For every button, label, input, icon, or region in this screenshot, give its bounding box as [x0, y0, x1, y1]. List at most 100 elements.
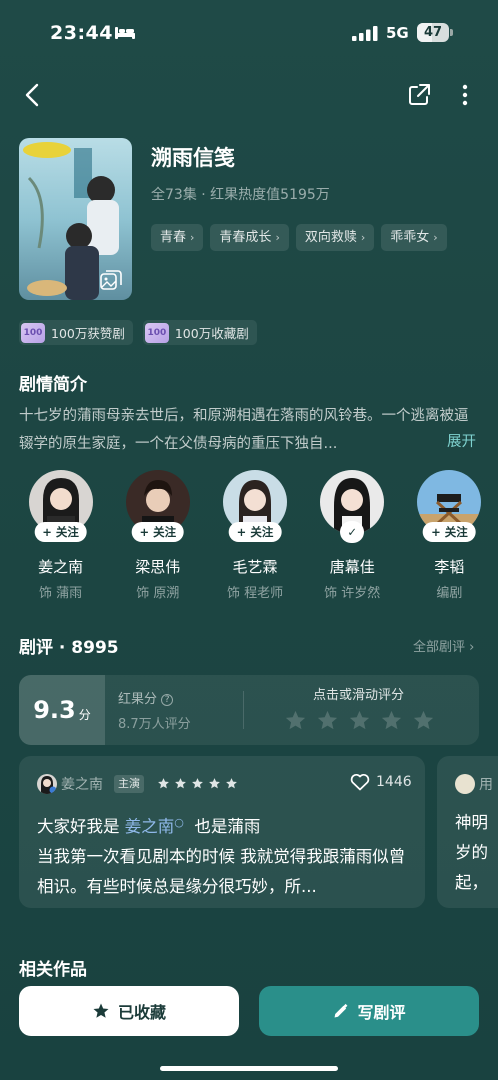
rating-panel: 9.3 分 红果分 ? 8.7万人评分 点击或滑动评分: [19, 675, 479, 745]
cast-member[interactable]: + 关注 李韬 编剧: [401, 470, 498, 601]
heart-icon: [350, 773, 370, 791]
review-text: 神明 岁的 起，: [455, 808, 498, 898]
back-icon[interactable]: [18, 80, 48, 110]
cast-name: 姜之南: [38, 558, 84, 576]
review-card[interactable]: 姜之南 主演 1446 大家好我是 姜之南○ 也是蒲雨 当我第一次看见剧本的时候…: [19, 756, 425, 908]
star-icon[interactable]: [412, 709, 435, 732]
lead-role-badge: 主演: [114, 775, 144, 793]
cast-name: 梁思伟: [135, 558, 181, 576]
review-text-suffix: 也是蒲雨: [183, 817, 261, 836]
followed-check[interactable]: ✓: [340, 521, 365, 543]
synopsis-text: 十七岁的蒲雨母亲去世后，和原溯相遇在落雨的风铃巷。一个逃离被逼辍学的原生家庭，一…: [19, 408, 469, 452]
cast-name: 李韬: [434, 558, 465, 576]
review-card[interactable]: 用 神明 岁的 起，: [437, 756, 498, 908]
signal-icon: [352, 26, 378, 41]
tag-label: 青春: [160, 230, 187, 245]
battery-percent: 47: [423, 25, 443, 40]
hundred-icon: 100: [144, 322, 169, 343]
cast-role: 饰 许岁然: [324, 586, 381, 601]
review-author: 用: [479, 777, 493, 793]
tag-label: 青春成长: [219, 230, 272, 245]
cast-role: 编剧: [436, 586, 463, 601]
badge-label: 100万获赞剧: [51, 326, 125, 341]
chevron-right-icon: ›: [469, 640, 475, 655]
more-icon[interactable]: [452, 80, 478, 110]
review-text-prefix: 大家好我是: [37, 817, 125, 836]
cast-member[interactable]: + 关注 毛艺霖 饰 程老师: [206, 470, 303, 601]
cast-name: 毛艺霖: [232, 558, 278, 576]
score-count: 8.7万人评分: [118, 717, 191, 732]
home-indicator[interactable]: [160, 1066, 338, 1071]
star-icon: [226, 778, 237, 789]
chevron-right-icon: ›: [433, 231, 438, 244]
star-icon: [158, 778, 169, 789]
gallery-icon: [100, 270, 122, 290]
share-icon[interactable]: [404, 80, 434, 110]
collected-label: 已收藏: [117, 1003, 166, 1022]
expand-link[interactable]: 展开: [447, 430, 476, 451]
star-icon[interactable]: [380, 709, 403, 732]
star-icon: [93, 1003, 109, 1018]
review-text-body: 当我第一次看见剧本的时候 我就觉得我跟蒲雨似曾相识。有些时候总是缘分很巧妙，所.…: [37, 847, 406, 896]
follow-button[interactable]: + 关注: [423, 522, 476, 542]
all-reviews-link[interactable]: 全部剧评 ›: [413, 636, 474, 655]
tag-chip[interactable]: 乖乖女 ›: [381, 224, 447, 251]
cast-member[interactable]: + 关注 姜之南 饰 蒲雨: [12, 470, 109, 601]
tag-label: 双向救赎: [304, 230, 357, 245]
hundred-icon: 100: [21, 322, 45, 343]
star-icon[interactable]: [348, 709, 371, 732]
cast-role: 饰 蒲雨: [39, 586, 83, 601]
score-unit: 分: [78, 707, 91, 722]
drama-title: 溯雨信笺: [151, 146, 235, 170]
follow-button[interactable]: + 关注: [34, 522, 87, 542]
cast-list: + 关注 姜之南 饰 蒲雨 + 关注 梁思伟 饰 原溯 + 关注 毛艺霖 饰 程…: [12, 470, 498, 601]
tag-chip[interactable]: 双向救赎 ›: [295, 224, 375, 251]
cast-member[interactable]: + 关注 梁思伟 饰 原溯: [109, 470, 206, 601]
write-review-label: 写剧评: [357, 1003, 406, 1022]
tag-label: 乖乖女: [390, 230, 430, 245]
collected-button[interactable]: 已收藏: [19, 986, 239, 1036]
all-reviews-label: 全部剧评: [413, 640, 466, 655]
review-line: 岁的: [455, 843, 488, 862]
achievement-badges: 100 100万获赞剧 100 100万收藏剧: [19, 320, 257, 345]
tag-list: 青春 › 青春成长 › 双向救赎 › 乖乖女 ›: [151, 224, 447, 251]
like-button[interactable]: 1446: [350, 773, 412, 791]
info-icon[interactable]: ?: [161, 694, 174, 706]
write-review-button[interactable]: 写剧评: [259, 986, 479, 1036]
star-icon[interactable]: [316, 709, 339, 732]
like-count: 1446: [376, 774, 412, 790]
synopsis-title: 剧情简介: [19, 375, 87, 395]
star-icon[interactable]: [284, 709, 307, 732]
star-icon: [192, 778, 203, 789]
chevron-right-icon: ›: [190, 231, 195, 244]
likes-badge: 100 100万获赞剧: [19, 320, 133, 345]
review-author[interactable]: 姜之南: [61, 774, 103, 794]
avatar: [455, 774, 475, 794]
score-value: 9.3: [33, 696, 76, 724]
avatar: [37, 774, 57, 794]
follow-button[interactable]: + 关注: [131, 522, 185, 542]
reviews-title: 剧评 · 8995: [19, 638, 119, 658]
chevron-right-icon: ›: [360, 231, 366, 244]
tag-chip[interactable]: 青春 ›: [151, 224, 204, 251]
star-icon: [209, 778, 220, 789]
mention-link[interactable]: 姜之南: [125, 817, 175, 836]
pencil-icon: [335, 1003, 348, 1017]
cast-member[interactable]: ✓ 唐幕佳 饰 许岁然: [304, 470, 401, 601]
drama-poster[interactable]: [19, 138, 132, 300]
tag-chip[interactable]: 青春成长 ›: [210, 224, 289, 251]
review-line: 神明: [455, 813, 488, 832]
network-type: 5G: [386, 24, 409, 42]
search-icon: ○: [174, 816, 184, 829]
badge-label: 100万收藏剧: [174, 326, 249, 341]
follow-button[interactable]: + 关注: [228, 522, 282, 542]
rate-hint: 点击或滑动评分: [313, 688, 405, 703]
rate-stars[interactable]: [284, 709, 435, 732]
divider: [243, 691, 244, 729]
status-time: 23:44: [50, 22, 113, 44]
cast-name: 唐幕佳: [329, 558, 375, 576]
review-text: 大家好我是 姜之南○ 也是蒲雨 当我第一次看见剧本的时候 我就觉得我跟蒲雨似曾相…: [37, 808, 417, 902]
star-icon: [175, 778, 186, 789]
cast-role: 饰 程老师: [226, 586, 284, 601]
cast-role: 饰 原溯: [136, 586, 180, 601]
